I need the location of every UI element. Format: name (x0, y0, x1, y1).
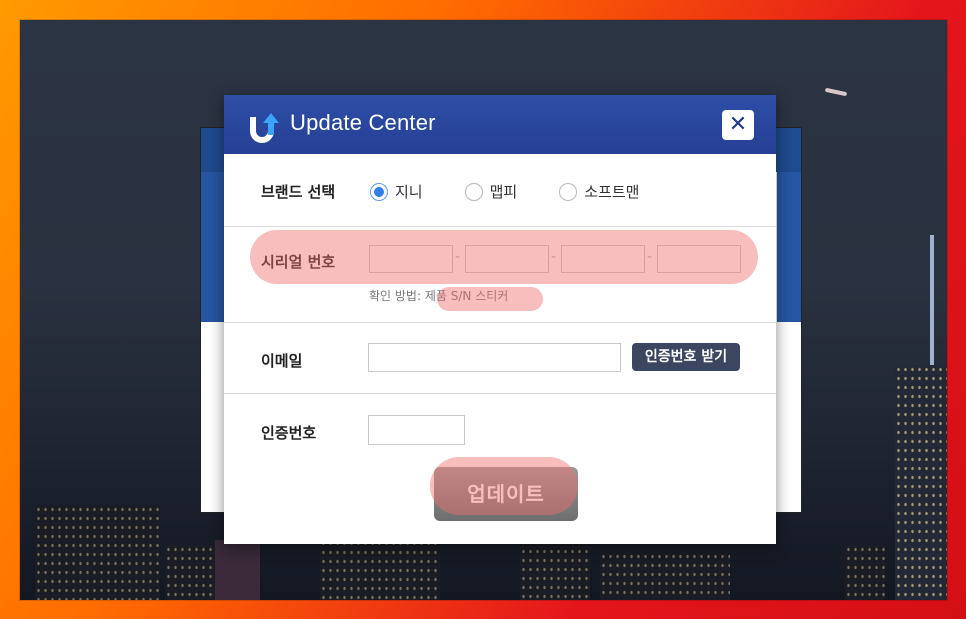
serial-input-2[interactable] (465, 245, 549, 273)
email-field[interactable] (368, 343, 621, 372)
serial-separator: - (647, 249, 653, 265)
brand-option-label: 지니 (395, 183, 423, 201)
serial-separator: - (455, 249, 461, 265)
radio-unchecked-icon[interactable] (559, 182, 578, 201)
close-button[interactable]: ✕ (722, 110, 754, 140)
dialog-title: Update Center (290, 110, 436, 135)
brand-option-mappy[interactable]: 맵피 (464, 181, 518, 202)
brand-option-label: 맵피 (489, 183, 518, 201)
serial-input-3[interactable] (561, 245, 645, 273)
auth-code-label: 인증번호 (261, 424, 317, 442)
serial-hint-link[interactable]: 제품 S/N 스티커 (425, 289, 508, 303)
skyline-building (520, 538, 590, 600)
brand-option-softman[interactable]: 소프트맨 (559, 181, 639, 202)
radio-unchecked-icon[interactable] (464, 182, 483, 201)
serial-input-4[interactable] (657, 245, 741, 273)
get-auth-code-button[interactable]: 인증번호 받기 (632, 343, 740, 371)
dialog-titlebar: Update Center ✕ (224, 95, 776, 154)
serial-separator: - (551, 249, 557, 265)
tower-spire (930, 235, 934, 365)
update-center-dialog: Update Center ✕ 브랜드 선택 지니 맵피 소프트맨 시리얼 번호… (224, 95, 776, 544)
email-label: 이메일 (261, 352, 303, 370)
skyline-tower (895, 365, 947, 600)
brand-row: 브랜드 선택 지니 맵피 소프트맨 (224, 154, 776, 227)
brand-option-genie[interactable]: 지니 (370, 181, 423, 202)
serial-row (224, 226, 776, 323)
update-logo-icon (250, 113, 279, 143)
skyline-building (215, 540, 260, 600)
skyline-building (35, 505, 160, 600)
update-button[interactable]: 업데이트 (434, 467, 578, 521)
radio-checked-icon[interactable] (370, 182, 388, 201)
skyline-building (600, 552, 730, 600)
airplane-light (824, 87, 848, 97)
brand-radio-group: 지니 맵피 소프트맨 (370, 181, 681, 202)
background-window-panel (201, 172, 225, 322)
background-window-panel (777, 172, 801, 322)
brand-label: 브랜드 선택 (261, 183, 336, 201)
serial-label: 시리얼 번호 (261, 253, 336, 271)
brand-option-label: 소프트맨 (584, 183, 640, 201)
skyline-building (845, 545, 885, 600)
serial-input-1[interactable] (369, 245, 453, 273)
skyline-building (165, 545, 215, 600)
serial-hint-prefix: 확인 방법: (369, 289, 422, 303)
serial-hint: 확인 방법: 제품 S/N 스티커 (369, 287, 508, 304)
auth-code-field[interactable] (368, 415, 465, 445)
